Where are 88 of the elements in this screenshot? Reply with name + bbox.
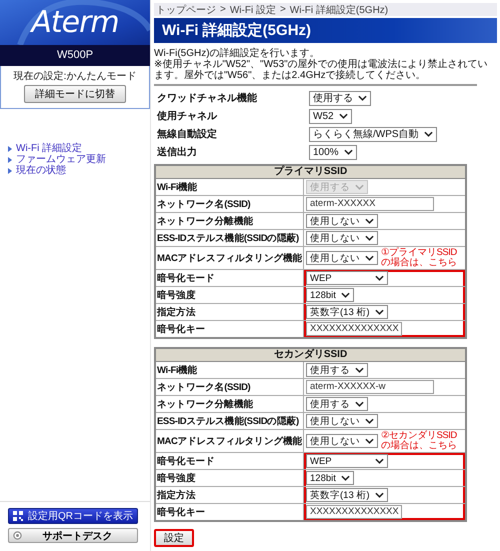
chevron-icon [358,95,367,101]
dropdown[interactable]: 使用しない [306,214,378,228]
table-label-cell: MACアドレスフィルタリング機能 [156,430,304,452]
chevron-icon [374,492,384,498]
breadcrumb-link[interactable]: トップページ [156,2,216,16]
bullet-icon [8,168,12,174]
table-header: セカンダリSSID [156,349,465,362]
chevron-icon [365,418,374,424]
breadcrumb-separator: > [280,4,286,15]
setting-label: 無線自動設定 [157,127,218,141]
setting-dropdown[interactable]: 使用する [309,90,371,106]
dropdown[interactable]: WEP [306,271,388,285]
circle-icon [13,531,22,540]
model-name: W500P [0,45,150,66]
breadcrumb-separator: > [220,4,226,15]
table-label-cell: 指定方法 [156,487,304,503]
dropdown[interactable]: 使用しない [306,231,378,245]
table-label-cell: Wi-Fi機能 [156,179,304,195]
dropdown[interactable]: 英数字(13 桁) [306,488,388,502]
table-label-cell: MACアドレスフィルタリング機能 [156,247,304,269]
qr-code-button[interactable]: 設定用QRコードを表示 [8,508,138,524]
table-label-cell: 暗号化モード [156,453,304,469]
setting-dropdown[interactable]: 100% [309,144,357,160]
dropdown[interactable]: 使用する [306,363,368,377]
dropdown[interactable]: 使用しない [306,251,378,265]
breadcrumb-link[interactable]: Wi-Fi 詳細設定(5GHz) [290,2,388,16]
table-label-cell: Wi-Fi機能 [156,362,304,378]
dropdown[interactable]: 128bit [306,288,354,302]
chevron-icon [365,438,374,444]
chevron-icon [355,401,364,407]
table-label-cell: ESS-IDステルス機能(SSIDの隠蔽) [156,413,304,429]
dropdown[interactable]: 128bit [306,471,354,485]
chevron-icon [375,458,384,464]
chevron-icon [344,149,353,155]
table-label-cell: 暗号強度 [156,287,304,303]
page-title: Wi-Fi 詳細設定(5GHz) [154,18,497,43]
setting-dropdown[interactable]: W52 [309,108,352,124]
setting-label: クワッドチャネル機能 [157,92,258,105]
table-header: プライマリSSID [156,166,465,179]
table-label-cell: ネットワーク分離機能 [156,213,304,229]
chevron-icon [355,184,364,190]
nav-link[interactable]: 現在の状態 [16,165,66,176]
chevron-icon [424,131,433,137]
text-field[interactable]: aterm-XXXXXX [306,197,434,211]
table-label-cell: ESS-IDステルス機能(SSIDの隠蔽) [156,230,304,246]
aterm-logo: Aterm [31,5,119,40]
dropdown[interactable]: 使用する [306,397,368,411]
table-label-cell: 指定方法 [156,304,304,320]
chevron-icon [375,275,384,281]
text-field[interactable]: XXXXXXXXXXXXXX [306,322,402,336]
nav-link[interactable]: Wi-Fi 詳細設定 [16,143,82,154]
support-desk-button[interactable]: サポートデスク [8,528,138,543]
chevron-icon [340,292,350,298]
description-text: ※使用チャネル"W52"、"W53"の屋外での使用は電波法により禁止されています。屋外では"W56"、または2.4GHzで接続してください。 [154,59,489,81]
dropdown[interactable]: 英数字(13 桁) [306,305,388,319]
nav-link[interactable]: ファームウェア更新 [16,154,106,165]
chevron-icon [374,309,384,315]
chevron-icon [340,475,350,481]
table-label-cell: ネットワーク名(SSID) [156,379,304,395]
table-label-cell: 暗号化キー [156,321,304,337]
table-label-cell: ネットワーク名(SSID) [156,196,304,212]
annotation-text: ①プライマリSSIDの場合は、こちら [381,248,458,268]
table-label-cell: ネットワーク分離機能 [156,396,304,412]
dropdown[interactable]: 使用しない [306,434,378,448]
bullet-icon [8,146,12,152]
dropdown[interactable]: WEP [306,454,388,468]
breadcrumb-link[interactable]: Wi-Fi 設定 [230,2,276,16]
dropdown[interactable]: 使用しない [306,414,378,428]
chevron-icon [365,255,374,261]
qr-code-icon [13,511,23,521]
chevron-icon [365,235,374,241]
setting-label: 送信出力 [157,146,198,159]
annotation-text: ②セカンダリSSIDの場合は、こちら [381,431,458,451]
text-field[interactable]: XXXXXXXXXXXXXX [306,505,402,519]
chevron-icon [355,367,364,373]
chevron-icon [338,113,348,119]
current-mode-text: 現在の設定:かんたんモード [14,70,136,83]
setting-dropdown[interactable]: らくらく無線/WPS自動 [309,126,437,142]
chevron-icon [365,218,374,224]
submit-button[interactable]: 設定 [154,529,194,547]
switch-mode-button[interactable]: 詳細モードに切替 [24,85,126,103]
table-label-cell: 暗号化モード [156,270,304,286]
description-text: Wi-Fi(5GHz)の詳細設定を行います。 [154,48,321,59]
text-field[interactable]: aterm-XXXXXX-w [306,380,434,394]
bullet-icon [8,156,12,162]
table-label-cell: 暗号化キー [156,504,304,520]
setting-label: 使用チャネル [157,110,218,123]
table-label-cell: 暗号強度 [156,470,304,486]
